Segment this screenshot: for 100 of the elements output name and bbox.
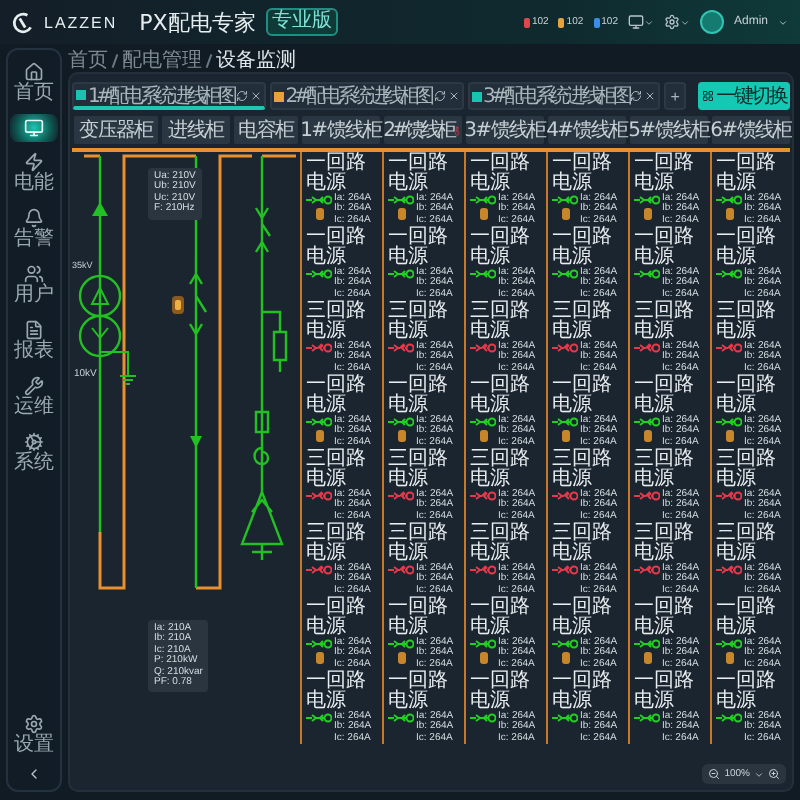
circuit-label: 三回路电源 [306,450,366,490]
lightning-icon [24,152,44,172]
circuit-label: 一回路电源 [470,598,530,638]
refresh-icon [630,90,643,102]
circuit-label: 三回路电源 [634,302,694,342]
lamp-icon [172,296,184,314]
avatar-icon [699,10,724,34]
circuit-label: 一回路电源 [388,154,448,194]
circuit-label: 一回路电源 [716,228,776,268]
circuit-label: 三回路电源 [552,302,612,342]
breadcrumb-link[interactable]: 首页 [68,49,108,71]
bell-icon [24,208,44,228]
circuit-label: 一回路电源 [306,376,366,416]
settings-icon [663,14,680,30]
column-header: 1#馈线柜 [302,116,380,144]
cog-icon [24,432,44,452]
sidebar-item[interactable]: 报表 [10,316,58,366]
circuit-label: 一回路电源 [716,376,776,416]
circuit-label: 一回路电源 [552,672,612,712]
circuit-label: 三回路电源 [388,450,448,490]
circuit-label: 一回路电源 [470,672,530,712]
breadcrumb-link[interactable]: 设备监测 [216,49,296,71]
circuit-label: 一回路电源 [552,154,612,194]
diagram-tab[interactable]: 2#配电系统进线柜图 [269,82,463,110]
circuit-label: 三回路电源 [306,524,366,564]
brand-name: LAZZEN [44,13,118,31]
breadcrumb-link[interactable]: 配电管理 [122,49,202,71]
circuit-label: 一回路电源 [552,598,612,638]
circuit-label: 一回路电源 [306,598,366,638]
circuit-label: 一回路电源 [552,376,612,416]
circuit-label: 一回路电源 [634,228,694,268]
column-header: 电容柜 [234,116,298,144]
circuit-label: 一回路电源 [716,154,776,194]
column-header: 6#馈线柜 [712,116,790,144]
users-icon [24,264,44,284]
circuit-label: 三回路电源 [552,524,612,564]
diagram-tab[interactable]: 3#配电系统进线柜图 [467,82,661,110]
circuit-label: 三回路电源 [470,524,530,564]
add-tab-button[interactable]: + [664,82,686,110]
edition-badge: 专业版 [265,8,338,36]
circuit-label: 三回路电源 [716,524,776,564]
sidebar-item[interactable]: 运维 [10,372,58,422]
caret-icon [754,769,764,779]
monitor-icon [24,118,44,138]
wrench-icon [24,376,44,396]
refresh-icon [235,89,248,101]
logo-icon [12,11,34,33]
circuit-label: 一回路电源 [552,228,612,268]
sidebar-item[interactable]: 告警 [10,204,58,254]
diagram-tab[interactable]: 1#配电系统进线柜图 [72,82,266,110]
circuit-label: 一回路电源 [388,376,448,416]
sidebar-item[interactable]: 电能 [10,148,58,198]
chevron-left-icon [26,766,42,782]
monitor-button[interactable] [627,14,654,30]
sidebar-item[interactable]: 用户 [10,260,58,310]
column-header: 变压器柜 [74,116,158,144]
settings-button[interactable] [663,14,690,30]
circuit-label: 一回路电源 [388,672,448,712]
circuit-label: 三回路电源 [634,450,694,490]
zoom-in-icon[interactable] [768,768,780,780]
collapse-button[interactable] [26,766,42,782]
circuit-label: 一回路电源 [306,154,366,194]
circuit-label: 三回路电源 [388,524,448,564]
document-icon [24,320,44,340]
circuit-label: 一回路电源 [470,154,530,194]
column-header: 3#馈线柜 [466,116,544,144]
circuit-label: 一回路电源 [306,228,366,268]
product-title: PX配电专家 [139,7,256,37]
circuit-label: 三回路电源 [634,524,694,564]
close-icon [249,89,262,101]
column-header: 进线柜 [162,116,230,144]
column-header: 5#馈线柜 [630,116,708,144]
sidebar-item[interactable]: 首页 [10,58,58,108]
grid-icon [702,90,715,102]
sidebar-item[interactable] [10,114,58,142]
circuit-label: 三回路电源 [388,302,448,342]
circuit-label: 一回路电源 [388,228,448,268]
close-icon [644,90,657,102]
circuit-label: 一回路电源 [716,672,776,712]
caret-icon [643,17,654,27]
circuit-label: 三回路电源 [716,450,776,490]
column-header: 4#馈线柜 [548,116,626,144]
sidebar-item[interactable]: 设置 [10,710,58,760]
circuit-label: 一回路电源 [634,154,694,194]
caret-icon [778,17,788,27]
circuit-label: 三回路电源 [470,302,530,342]
circuit-label: 一回路电源 [470,376,530,416]
column-header: 2#馈线柜 [384,116,462,144]
settings-icon [24,714,44,734]
switch-button[interactable]: 一键切换 [698,82,790,110]
circuit-label: 一回路电源 [634,598,694,638]
home-icon [24,62,44,82]
sidebar-item[interactable]: 系统 [10,428,58,478]
circuit-label: 一回路电源 [306,672,366,712]
circuit-label: 一回路电源 [388,598,448,638]
circuit-label: 三回路电源 [470,450,530,490]
refresh-icon [433,90,445,102]
monitor-icon [627,14,644,30]
zoom-out-icon[interactable] [708,768,721,780]
circuit-label: 三回路电源 [306,302,366,342]
